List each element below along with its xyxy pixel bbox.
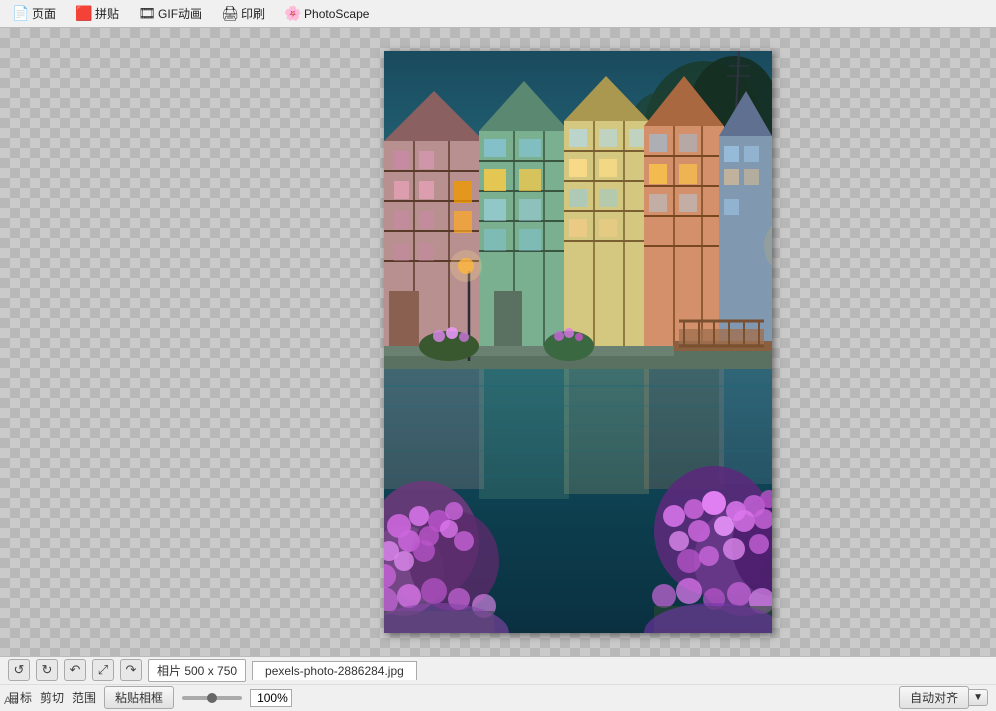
resize-icon: ⤢ [98,662,108,678]
filename-tab[interactable]: pexels-photo-2886284.jpg [252,661,417,680]
cut-label: 剪切 [40,689,64,706]
rotate-right-icon: ↷ [126,662,137,678]
undo-button[interactable]: ↺ [8,659,30,681]
toolbar-top-row: ↺ ↻ ↶ ⤢ ↷ 相片 500 x 750 pexels-photo-2886… [0,657,996,685]
menu-label-gif: GIF动画 [158,5,202,22]
zoom-value: 100% [250,689,292,707]
redo-icon: ↻ [42,662,53,678]
auto-align-button[interactable]: 自动对齐 [899,686,969,709]
menu-label-print: 印刷 [241,5,265,22]
menu-item-collage[interactable]: 🟥 拼贴 [67,1,128,26]
menu-label-photoscape: PhotoScape [304,7,369,21]
zoom-slider-thumb[interactable] [207,693,217,703]
toolbar-bottom-row: 目标 剪切 范围 粘贴相框 100% 自动对齐 ▼ [0,685,996,711]
menu-item-print[interactable]: 🖨 印刷 [213,1,274,26]
bottom-status-text: Att [0,693,21,709]
zoom-slider-container [182,696,242,700]
menu-label-collage: 拼贴 [95,5,119,22]
menu-item-gif[interactable]: 🎞 GIF动画 [130,1,211,26]
main-canvas [0,28,996,656]
rotate-left-icon: ↶ [70,662,81,678]
photo-container [384,51,772,633]
photo-image [384,51,772,633]
paste-frame-button[interactable]: 粘贴相框 [104,686,174,709]
gif-icon: 🎞 [139,6,155,22]
print-icon: 🖨 [222,6,238,22]
align-dropdown-button[interactable]: ▼ [969,689,988,706]
photoscape-icon: 🌸 [285,6,301,22]
bottom-toolbar: ↺ ↻ ↶ ⤢ ↷ 相片 500 x 750 pexels-photo-2886… [0,656,996,711]
menu-item-photoscape[interactable]: 🌸 PhotoScape [276,2,378,26]
menu-bar: 📄 页面 🟥 拼贴 🎞 GIF动画 🖨 印刷 🌸 PhotoScape [0,0,996,28]
resize-button[interactable]: ⤢ [92,659,114,681]
range-label: 范围 [72,689,96,706]
menu-item-page[interactable]: 📄 页面 [4,1,65,26]
redo-button[interactable]: ↻ [36,659,58,681]
menu-label-page: 页面 [32,5,56,22]
photo-info: 相片 500 x 750 [148,659,246,682]
rotate-right-button[interactable]: ↷ [120,659,142,681]
photo-frame [384,51,772,633]
zoom-slider-track[interactable] [182,696,242,700]
collage-icon: 🟥 [76,6,92,22]
undo-icon: ↺ [14,662,25,678]
page-icon: 📄 [13,6,29,22]
rotate-left-button[interactable]: ↶ [64,659,86,681]
